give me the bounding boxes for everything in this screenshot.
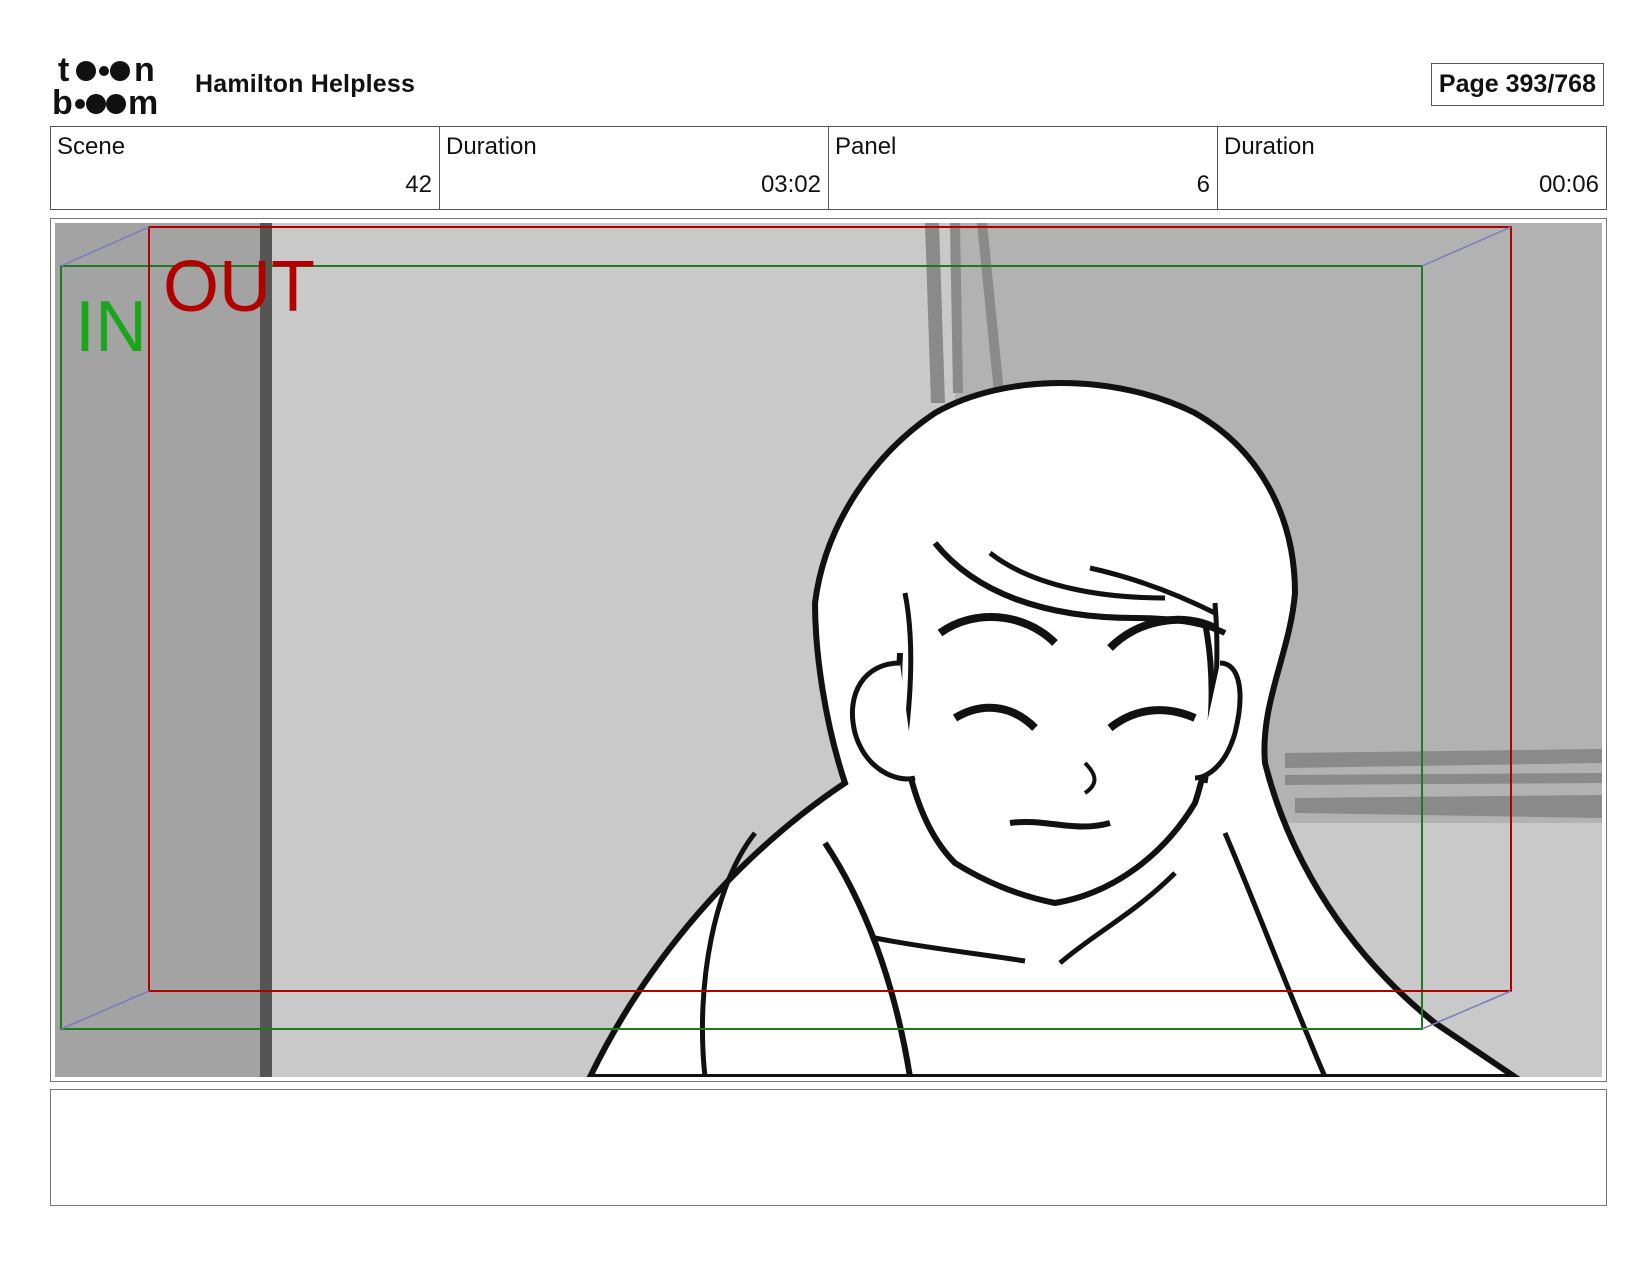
panel-drawing: IN OUT (55, 223, 1602, 1077)
project-title: Hamilton Helpless (195, 70, 416, 98)
door-edge (260, 223, 272, 1077)
in-label: IN (75, 287, 147, 367)
panel-notes-box (50, 1089, 1607, 1206)
panel-duration-value: 00:06 (1538, 171, 1599, 198)
scene-duration-value: 03:02 (760, 171, 821, 198)
page-indicator: Page 393/768 (1430, 63, 1604, 106)
panel-duration-cell: Duration 00:06 (1218, 127, 1606, 209)
panel-label: Panel (835, 133, 897, 160)
panel-duration-label: Duration (1224, 133, 1315, 160)
svg-text:b: b (52, 84, 73, 116)
scene-duration-label: Duration (446, 133, 537, 160)
scene-label: Scene (57, 133, 126, 160)
toon-boom-logo: t n b m (52, 54, 170, 116)
out-label: OUT (163, 247, 315, 327)
panel-cell: Panel 6 (829, 127, 1218, 209)
scene-cell: Scene 42 (51, 127, 440, 209)
svg-text:m: m (128, 84, 158, 116)
scene-duration-cell: Duration 03:02 (440, 127, 829, 209)
scene-value: 42 (405, 171, 432, 198)
toon-boom-logo-mark: t n b m (52, 54, 158, 116)
storyboard-panel: IN OUT (50, 218, 1607, 1082)
panel-value: 6 (1196, 171, 1210, 198)
panel-info-row: Scene 42 Duration 03:02 Panel 6 Duration… (50, 126, 1607, 210)
